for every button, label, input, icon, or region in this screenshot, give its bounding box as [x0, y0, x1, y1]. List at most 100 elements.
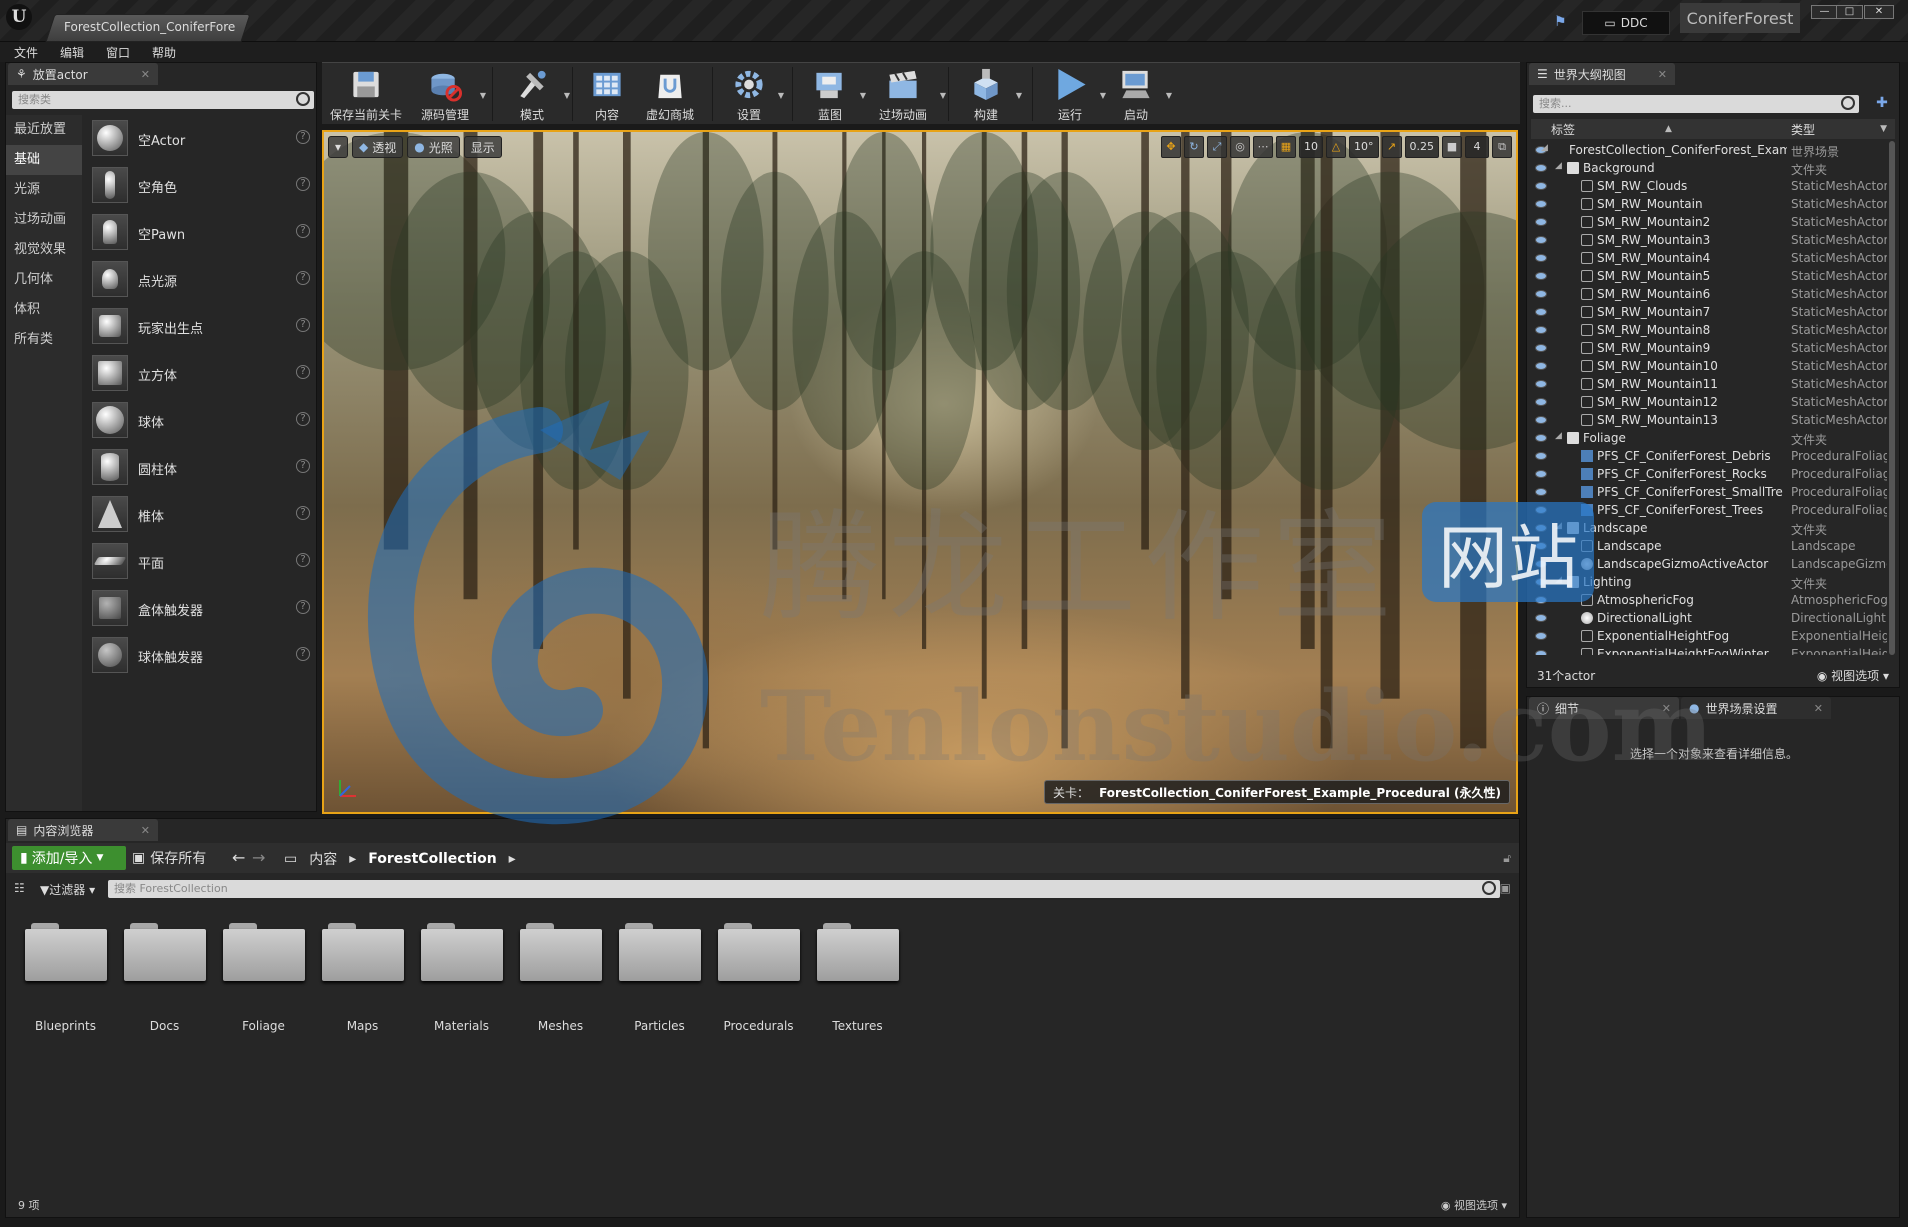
actor-empty-actor[interactable]: 空Actor?	[86, 115, 314, 162]
help-icon[interactable]: ?	[296, 412, 310, 426]
world-space-icon[interactable]: ◎	[1230, 136, 1250, 158]
help-icon[interactable]: ?	[296, 177, 310, 191]
help-icon[interactable]: ?	[296, 271, 310, 285]
category-visual-effects[interactable]: 视觉效果	[6, 235, 82, 265]
actor-box-trigger[interactable]: 盒体触发器?	[86, 585, 314, 632]
visibility-eye-icon[interactable]	[1535, 236, 1547, 244]
outliner-row[interactable]: SM_RW_Clouds StaticMeshActor	[1531, 177, 1887, 195]
outliner-row[interactable]: ◢ Lighting 文件夹	[1531, 573, 1887, 591]
perspective-button[interactable]: ◆ 透视	[352, 136, 404, 158]
save-all-button[interactable]: ▣ 保存所有	[132, 848, 206, 868]
rotation-snap-icon[interactable]: △	[1326, 136, 1346, 158]
content-browser-tab[interactable]: ▤ 内容浏览器 ✕	[8, 819, 158, 841]
menu-window[interactable]: 窗口	[106, 44, 130, 61]
visibility-eye-icon[interactable]	[1535, 164, 1547, 172]
help-icon[interactable]: ?	[296, 365, 310, 379]
actor-empty-character[interactable]: 空角色?	[86, 162, 314, 209]
breadcrumb-forest-collection[interactable]: ForestCollection	[368, 851, 496, 867]
camera-speed-icon[interactable]: ■	[1442, 136, 1462, 158]
category-geometry[interactable]: 几何体	[6, 265, 82, 295]
visibility-eye-icon[interactable]	[1535, 470, 1547, 478]
chevron-down-icon[interactable]: ▼	[564, 91, 570, 100]
content-button[interactable]: 内容	[582, 65, 632, 123]
camera-speed-value[interactable]: 4	[1465, 136, 1489, 158]
feedback-icon[interactable]: ⚑	[1554, 14, 1570, 30]
close-icon[interactable]: ✕	[1662, 702, 1671, 715]
menu-help[interactable]: 帮助	[152, 44, 176, 61]
maximize-button[interactable]: □	[1836, 5, 1863, 19]
save-search-icon[interactable]: ▣	[1500, 881, 1511, 895]
breadcrumb-content[interactable]: 内容	[309, 849, 337, 869]
menu-edit[interactable]: 编辑	[60, 44, 84, 61]
expand-arrow-icon[interactable]: ◢	[1555, 431, 1562, 441]
outliner-row[interactable]: SM_RW_Mountain11 StaticMeshActor	[1531, 375, 1887, 393]
outliner-row[interactable]: SM_RW_Mountain7 StaticMeshActor	[1531, 303, 1887, 321]
outliner-search-input[interactable]: 搜索...	[1533, 95, 1859, 113]
source-control-button[interactable]: 源码管理 ▼	[412, 65, 486, 123]
visibility-eye-icon[interactable]	[1535, 200, 1547, 208]
help-icon[interactable]: ?	[296, 224, 310, 238]
visibility-eye-icon[interactable]	[1535, 380, 1547, 388]
type-column-header[interactable]: 类型	[1791, 121, 1815, 138]
visibility-eye-icon[interactable]	[1535, 542, 1547, 550]
actor-plane[interactable]: 平面?	[86, 538, 314, 585]
chevron-down-icon[interactable]: ▼	[860, 91, 866, 100]
blueprint-button[interactable]: 蓝图 ▼	[802, 65, 866, 123]
settings-button[interactable]: 设置 ▼	[722, 65, 784, 123]
folder-item[interactable]: Textures	[808, 923, 907, 1033]
actor-sphere[interactable]: 球体?	[86, 397, 314, 444]
chevron-down-icon[interactable]: ▼	[1016, 91, 1022, 100]
content-search-input[interactable]: 搜索 ForestCollection	[108, 880, 1500, 898]
actor-player-start[interactable]: 玩家出生点?	[86, 303, 314, 350]
help-icon[interactable]: ?	[296, 600, 310, 614]
chevron-down-icon[interactable]: ▼	[1100, 91, 1106, 100]
close-icon[interactable]: ✕	[141, 68, 150, 81]
help-icon[interactable]: ?	[296, 553, 310, 567]
close-icon[interactable]: ✕	[1658, 68, 1667, 81]
visibility-eye-icon[interactable]	[1535, 614, 1547, 622]
maximize-viewport-icon[interactable]: ⧉	[1492, 136, 1512, 158]
outliner-row[interactable]: SM_RW_Mountain10 StaticMeshActor	[1531, 357, 1887, 375]
rotation-snap-value[interactable]: 10°	[1349, 136, 1379, 158]
folder-item[interactable]: Foliage	[214, 923, 313, 1033]
chevron-down-icon[interactable]: ▼	[480, 91, 486, 100]
visibility-eye-icon[interactable]	[1535, 218, 1547, 226]
visibility-eye-icon[interactable]	[1535, 290, 1547, 298]
outliner-row[interactable]: SM_RW_Mountain12 StaticMeshActor	[1531, 393, 1887, 411]
category-cinematic[interactable]: 过场动画	[6, 205, 82, 235]
outliner-row[interactable]: PFS_CF_ConiferForest_SmallTre ProceduralF…	[1531, 483, 1887, 501]
visibility-eye-icon[interactable]	[1535, 398, 1547, 406]
actor-point-light[interactable]: 点光源?	[86, 256, 314, 303]
outliner-row[interactable]: AtmosphericFog AtmosphericFog	[1531, 591, 1887, 609]
label-column-header[interactable]: 标签	[1551, 121, 1575, 138]
visibility-eye-icon[interactable]	[1535, 596, 1547, 604]
outliner-row[interactable]: LandscapeGizmoActiveActor LandscapeGizmo	[1531, 555, 1887, 573]
outliner-row[interactable]: SM_RW_Mountain2 StaticMeshActor	[1531, 213, 1887, 231]
folder-item[interactable]: Docs	[115, 923, 214, 1033]
chevron-right-icon[interactable]: ▸	[349, 851, 356, 867]
forward-arrow-icon[interactable]: →	[252, 848, 265, 867]
outliner-row[interactable]: PFS_CF_ConiferForest_Trees ProceduralFoli…	[1531, 501, 1887, 519]
sources-toggle-icon[interactable]: ☷	[14, 881, 25, 895]
outliner-row[interactable]: ◢ ForestCollection_ConiferForest_Exam 世界场景	[1531, 141, 1887, 159]
outliner-row[interactable]: DirectionalLight DirectionalLight	[1531, 609, 1887, 627]
save-level-button[interactable]: 保存当前关卡	[330, 65, 402, 123]
chevron-down-icon[interactable]: ▼	[940, 91, 946, 100]
category-volumes[interactable]: 体积	[6, 295, 82, 325]
visibility-eye-icon[interactable]	[1535, 416, 1547, 424]
ddc-button[interactable]: ▭ DDC	[1582, 11, 1670, 35]
visibility-eye-icon[interactable]	[1535, 488, 1547, 496]
outliner-row[interactable]: ExponentialHeightFog ExponentialHeigh	[1531, 627, 1887, 645]
folder-item[interactable]: Meshes	[511, 923, 610, 1033]
chevron-right-icon[interactable]: ▸	[509, 851, 516, 867]
outliner-row[interactable]: SM_RW_Mountain8 StaticMeshActor	[1531, 321, 1887, 339]
visibility-eye-icon[interactable]	[1535, 308, 1547, 316]
visibility-eye-icon[interactable]	[1535, 506, 1547, 514]
actor-sphere-trigger[interactable]: 球体触发器?	[86, 632, 314, 679]
visibility-eye-icon[interactable]	[1535, 434, 1547, 442]
lit-button[interactable]: ● 光照	[407, 136, 460, 158]
outliner-row[interactable]: SM_RW_Mountain3 StaticMeshActor	[1531, 231, 1887, 249]
folder-item[interactable]: Procedurals	[709, 923, 808, 1033]
outliner-row[interactable]: ◢ Background 文件夹	[1531, 159, 1887, 177]
marketplace-button[interactable]: 虚幻商城	[638, 65, 702, 123]
